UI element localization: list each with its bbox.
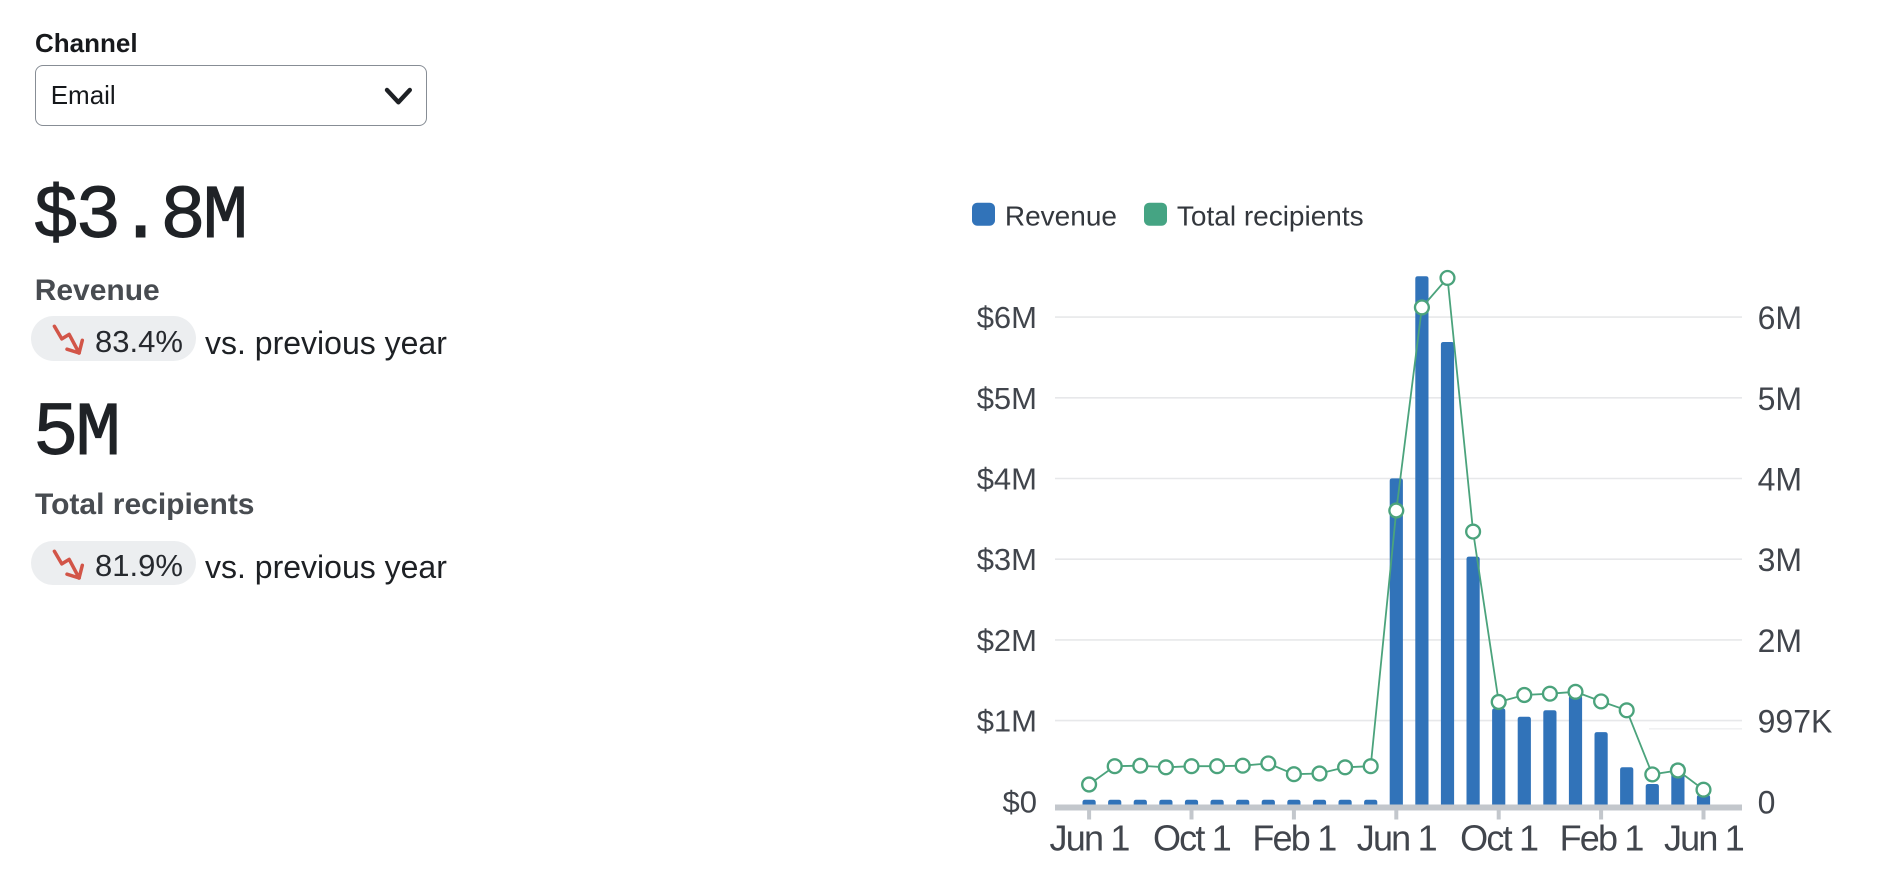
svg-text:$4M: $4M — [977, 462, 1037, 497]
svg-text:6M: 6M — [1758, 300, 1802, 336]
svg-text:$3M: $3M — [977, 542, 1037, 577]
svg-text:Feb 1: Feb 1 — [1560, 818, 1644, 859]
svg-text:$5M: $5M — [977, 381, 1037, 416]
svg-text:$2M: $2M — [977, 623, 1037, 658]
svg-text:3M: 3M — [1758, 542, 1802, 578]
svg-text:$0: $0 — [1003, 784, 1037, 819]
svg-text:Jun 1: Jun 1 — [1357, 818, 1437, 859]
svg-text:Feb 1: Feb 1 — [1252, 818, 1336, 859]
svg-text:5M: 5M — [1758, 381, 1802, 417]
svg-text:Oct 1: Oct 1 — [1460, 818, 1538, 859]
svg-text:0: 0 — [1758, 784, 1776, 820]
svg-text:Jun 1: Jun 1 — [1050, 818, 1130, 859]
svg-text:997K: 997K — [1758, 704, 1833, 740]
svg-text:Total recipients: Total recipients — [1177, 200, 1364, 231]
svg-text:$6M: $6M — [977, 300, 1037, 335]
svg-text:$1M: $1M — [977, 704, 1037, 739]
svg-text:Jun 1: Jun 1 — [1664, 818, 1744, 859]
svg-text:4M: 4M — [1758, 462, 1802, 498]
svg-text:2M: 2M — [1758, 623, 1802, 659]
svg-text:Revenue: Revenue — [1005, 200, 1117, 231]
svg-text:Oct 1: Oct 1 — [1153, 818, 1231, 859]
